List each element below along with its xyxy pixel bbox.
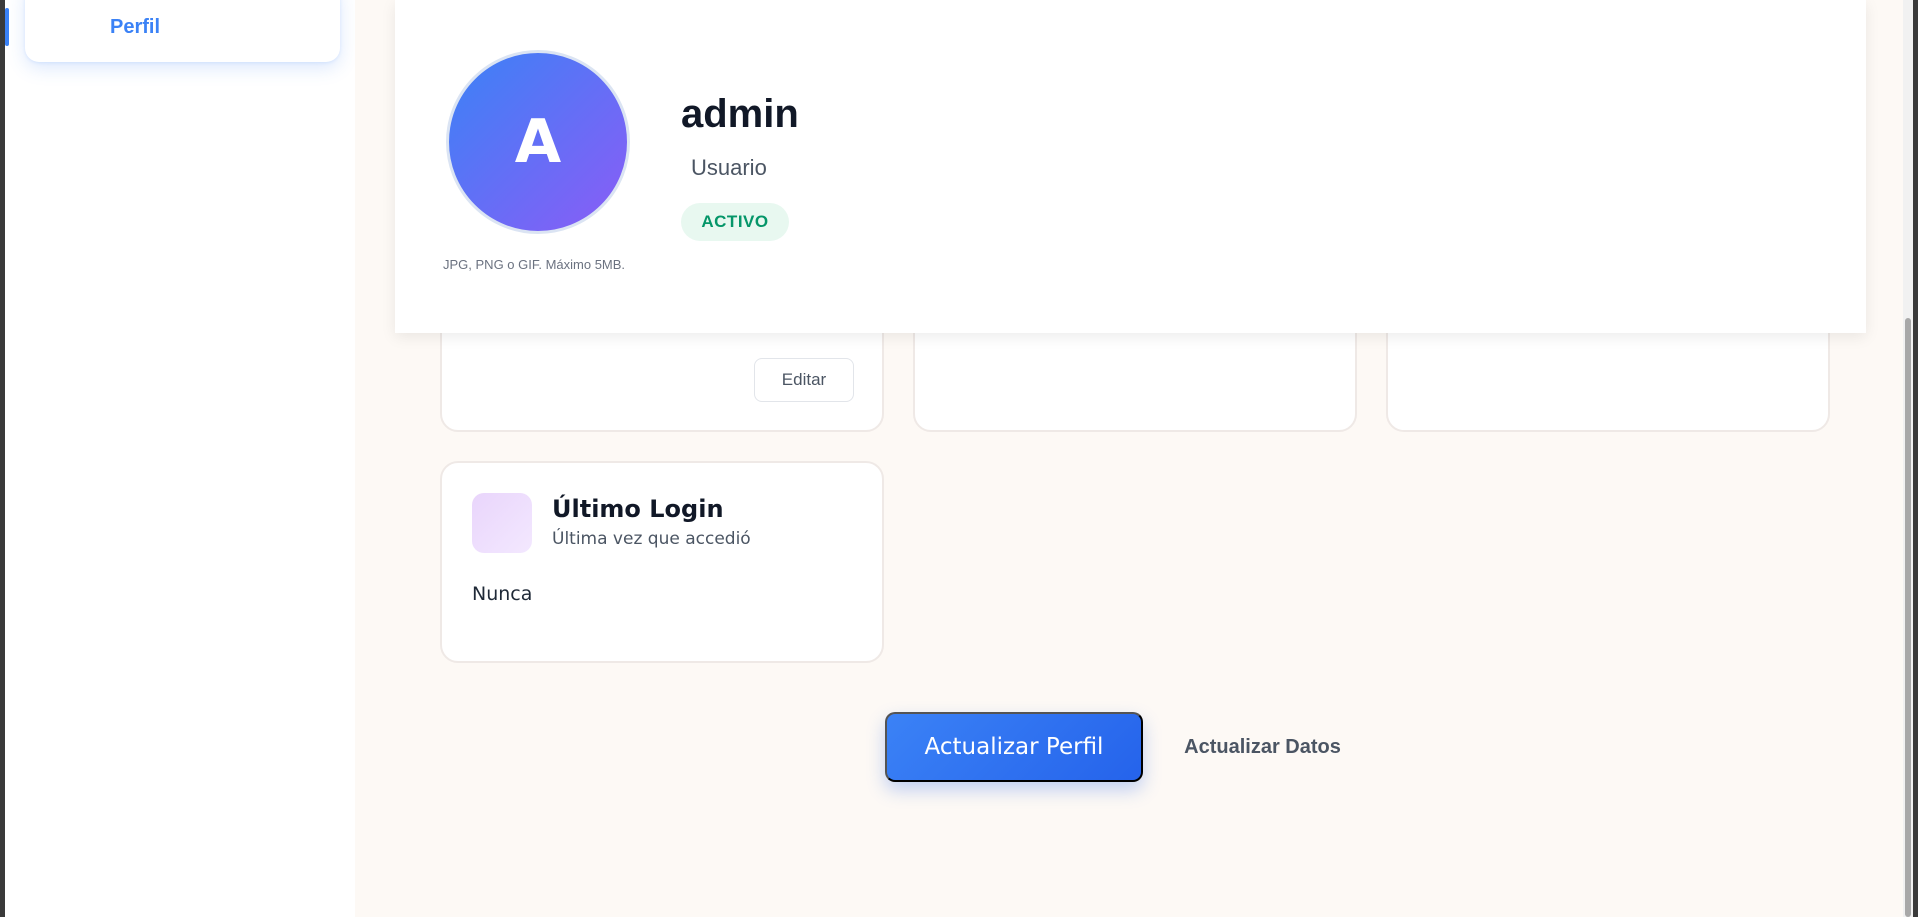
avatar-initial: A (514, 107, 562, 177)
update-data-button[interactable]: Actualizar Datos (1175, 722, 1350, 772)
update-profile-button[interactable]: Actualizar Perfil (885, 712, 1143, 782)
clock-icon (472, 493, 532, 553)
card-subtitle: Última vez que accedió (552, 529, 751, 549)
card-title: Último Login (552, 495, 724, 523)
user-name: admin (681, 92, 799, 136)
last-login-value: Nunca (472, 583, 533, 605)
main-content: Editar Último Login Última vez que acced… (355, 0, 1913, 917)
app-window: Perfil Editar Último Login Última vez qu… (5, 0, 1913, 917)
status-badge: ACTIVO (681, 203, 789, 241)
profile-header: A JPG, PNG o GIF. Máximo 5MB. admin Usua… (395, 0, 1866, 333)
edit-button[interactable]: Editar (754, 358, 854, 402)
sidebar-item-perfil[interactable]: Perfil (25, 0, 340, 62)
avatar[interactable]: A (446, 50, 630, 234)
sidebar-item-label: Perfil (110, 16, 161, 38)
sidebar: Perfil (5, 0, 355, 917)
last-login-card: Último Login Última vez que accedió Nunc… (440, 461, 884, 663)
avatar-upload-hint: JPG, PNG o GIF. Máximo 5MB. (443, 257, 626, 272)
scrollbar-thumb[interactable] (1905, 318, 1911, 917)
user-role: Usuario (691, 155, 767, 180)
scrollbar[interactable] (1903, 0, 1913, 917)
active-indicator (5, 8, 9, 46)
